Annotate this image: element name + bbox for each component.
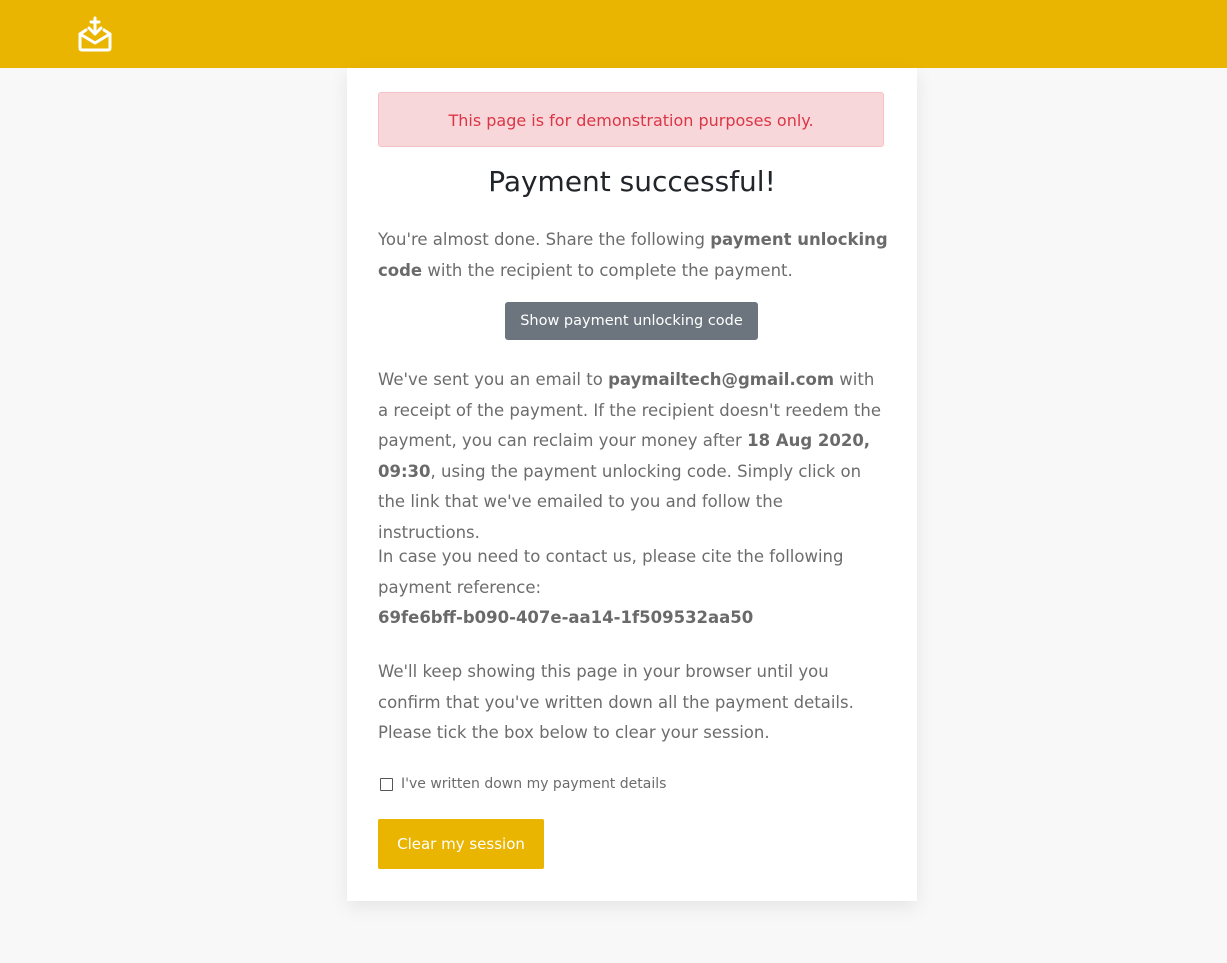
page-title: Payment successful! — [488, 165, 776, 198]
email-notice: We've sent you an email to paymailtech@g… — [378, 365, 888, 548]
email-notice-part1: We've sent you an email to — [378, 370, 609, 389]
confirm-checkbox-label[interactable]: I've written down my payment details — [401, 776, 666, 792]
payment-card: This page is for demonstration purposes … — [347, 68, 917, 901]
reference-notice: In case you need to contact us, please c… — [378, 542, 888, 634]
demo-alert: This page is for demonstration purposes … — [378, 92, 884, 147]
show-unlocking-code-button[interactable]: Show payment unlocking code — [505, 302, 758, 340]
confirm-checkbox-row[interactable]: I've written down my payment details — [380, 774, 666, 794]
intro-text-start: You're almost done. Share the following — [378, 230, 711, 249]
intro-text: You're almost done. Share the following … — [378, 225, 888, 286]
intro-text-end: with the recipient to complete the payme… — [422, 260, 793, 280]
mail-download-logo-icon[interactable] — [77, 14, 113, 52]
reference-text: In case you need to contact us, please c… — [378, 547, 844, 597]
demo-alert-text: This page is for demonstration purposes … — [448, 111, 814, 130]
top-bar — [0, 0, 1227, 68]
clear-session-button[interactable]: Clear my session — [378, 819, 544, 869]
email-notice-part3: , using the payment unlocking code. Simp… — [378, 461, 862, 542]
email-address: paymailtech@gmail.com — [608, 370, 835, 389]
payment-reference-id: 69fe6bff-b090-407e-aa14-1f509532aa50 — [378, 608, 754, 627]
confirm-checkbox[interactable] — [380, 777, 393, 791]
session-notice: We'll keep showing this page in your bro… — [378, 662, 854, 742]
